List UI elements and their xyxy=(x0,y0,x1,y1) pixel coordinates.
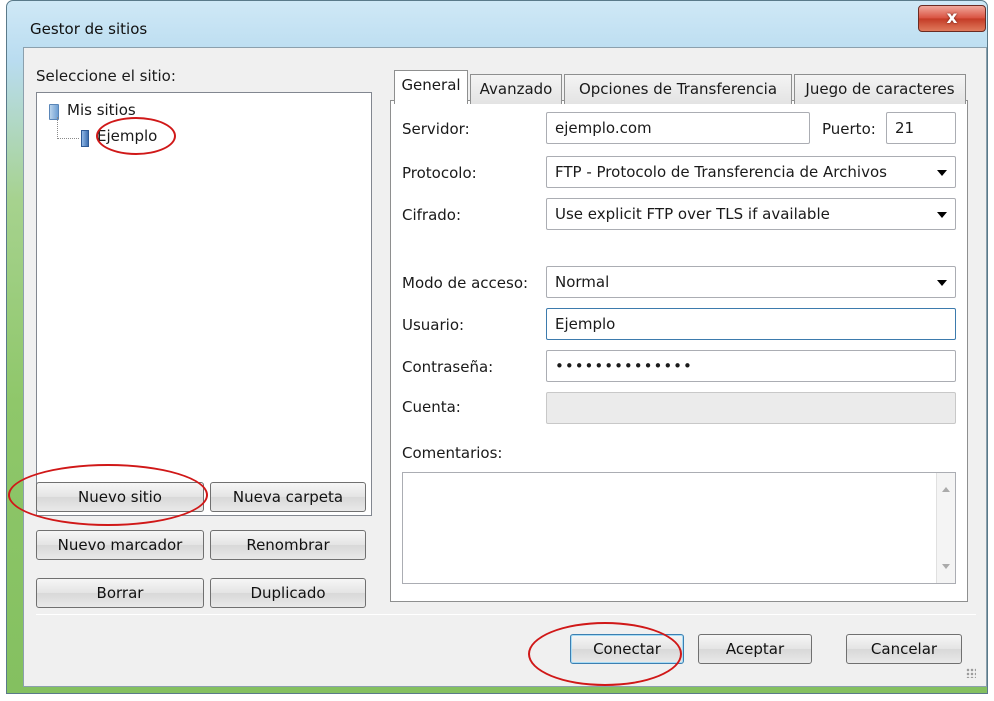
account-label: Cuenta: xyxy=(402,398,461,416)
encryption-select[interactable]: Use explicit FTP over TLS if available xyxy=(546,198,956,230)
user-label: Usuario: xyxy=(402,316,465,334)
logon-type-label: Modo de acceso: xyxy=(402,274,529,292)
scroll-down-icon[interactable] xyxy=(942,564,950,569)
password-label: Contraseña: xyxy=(402,358,494,376)
chevron-down-icon xyxy=(937,280,947,286)
logon-type-value: Normal xyxy=(555,273,610,291)
server-icon xyxy=(81,130,89,147)
ok-button[interactable]: Aceptar xyxy=(698,634,812,664)
chevron-down-icon xyxy=(937,212,947,218)
comments-textarea[interactable] xyxy=(402,472,956,584)
tree-connector xyxy=(57,117,79,139)
tab-transfer-settings[interactable]: Opciones de Transferencia xyxy=(564,74,792,104)
tab-charset[interactable]: Juego de caracteres xyxy=(794,74,966,104)
resize-grip-icon[interactable] xyxy=(966,668,976,678)
chevron-down-icon xyxy=(937,170,947,176)
select-site-label: Seleccione el sitio: xyxy=(36,67,176,85)
window-title: Gestor de sitios xyxy=(30,20,148,38)
delete-button[interactable]: Borrar xyxy=(36,578,204,608)
port-label: Puerto: xyxy=(822,120,876,138)
protocol-select[interactable]: FTP - Protocolo de Transferencia de Arch… xyxy=(546,156,956,188)
comments-label: Comentarios: xyxy=(402,444,503,462)
protocol-label: Protocolo: xyxy=(402,164,477,182)
user-input[interactable]: Ejemplo xyxy=(546,308,956,340)
close-button[interactable]: x xyxy=(918,5,986,32)
section-divider xyxy=(404,245,956,246)
server-input[interactable]: ejemplo.com xyxy=(546,112,810,144)
scroll-up-icon[interactable] xyxy=(942,487,950,492)
comments-scrollbar[interactable] xyxy=(936,473,955,583)
close-icon: x xyxy=(946,8,958,28)
logon-type-select[interactable]: Normal xyxy=(546,266,956,298)
cancel-button[interactable]: Cancelar xyxy=(846,634,962,664)
window-frame: Gestor de sitios x Seleccione el sitio: … xyxy=(6,0,988,694)
new-bookmark-button[interactable]: Nuevo marcador xyxy=(36,530,204,560)
encryption-value: Use explicit FTP over TLS if available xyxy=(555,205,830,223)
account-input xyxy=(546,392,956,424)
server-label: Servidor: xyxy=(402,120,470,138)
encryption-label: Cifrado: xyxy=(402,206,462,224)
new-folder-button[interactable]: Nueva carpeta xyxy=(210,482,366,512)
protocol-value: FTP - Protocolo de Transferencia de Arch… xyxy=(555,163,887,181)
connect-button[interactable]: Conectar xyxy=(570,634,684,664)
rename-button[interactable]: Renombrar xyxy=(210,530,366,560)
dialog-body: Seleccione el sitio: Mis sitios Ejemplo … xyxy=(23,47,987,687)
tab-general[interactable]: General xyxy=(394,70,468,104)
password-input[interactable]: •••••••••••••• xyxy=(546,350,956,382)
new-site-button[interactable]: Nuevo sitio xyxy=(36,482,204,512)
port-input[interactable]: 21 xyxy=(886,112,956,144)
footer-divider xyxy=(36,614,976,615)
tab-advanced[interactable]: Avanzado xyxy=(470,74,562,104)
duplicate-button[interactable]: Duplicado xyxy=(210,578,366,608)
site-tree[interactable]: Mis sitios Ejemplo xyxy=(36,92,372,516)
tree-item-label: Ejemplo xyxy=(97,127,158,145)
